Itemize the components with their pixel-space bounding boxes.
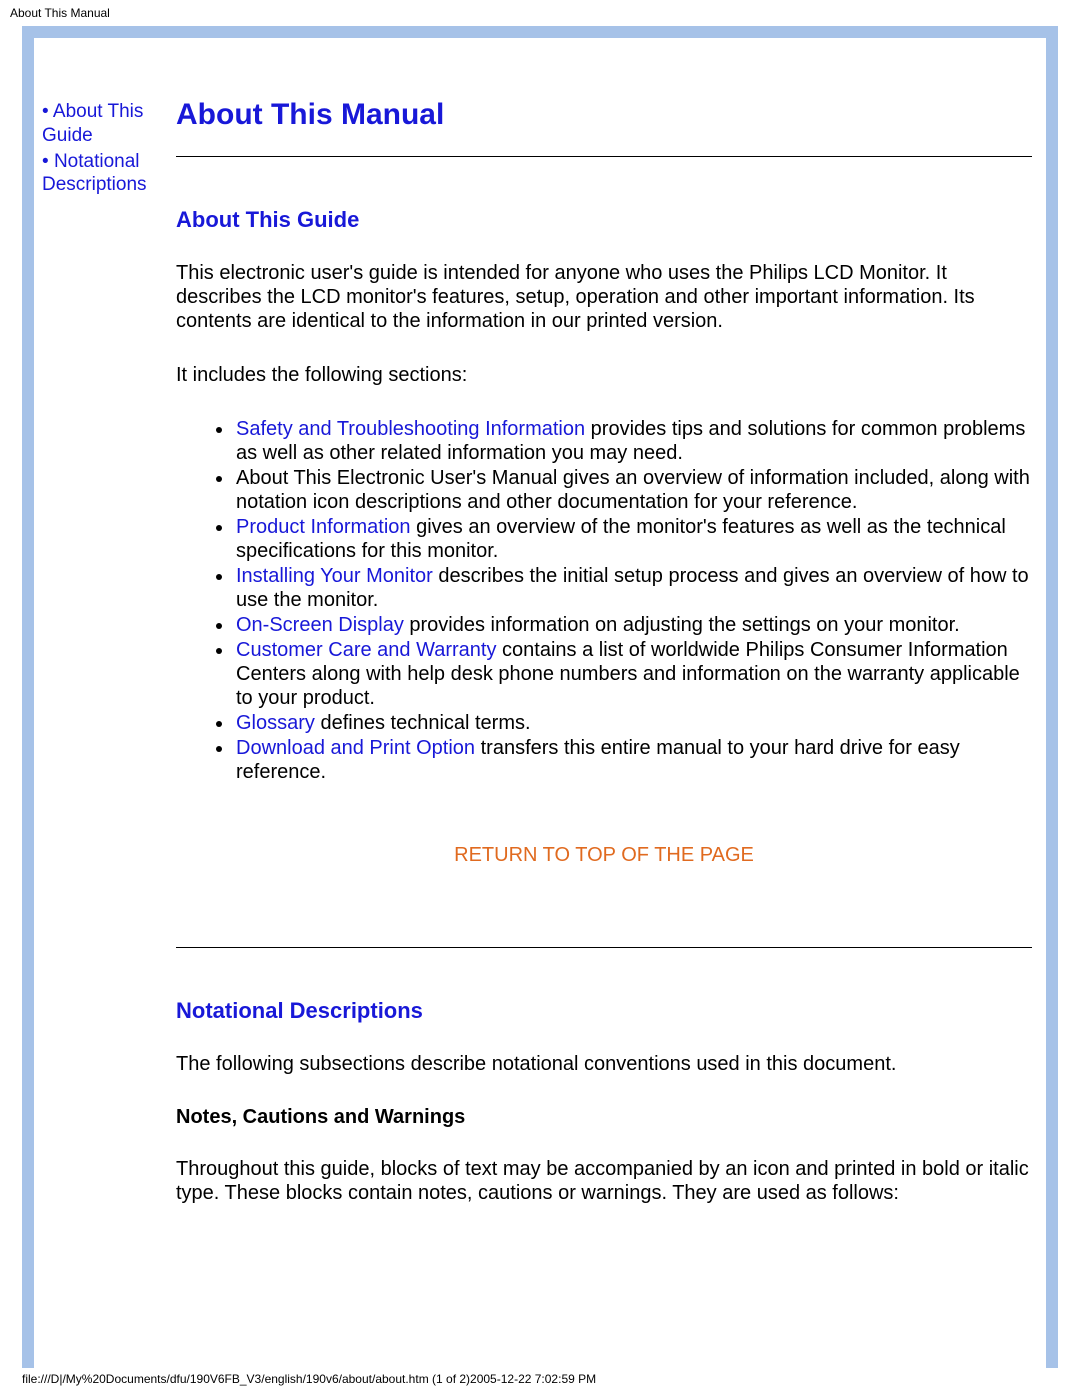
paragraph: Throughout this guide, blocks of text ma… <box>176 1157 1032 1205</box>
link-on-screen-display[interactable]: On-Screen Display <box>236 614 404 636</box>
subsection-heading-notes-cautions-warnings: Notes, Cautions and Warnings <box>176 1106 1032 1129</box>
footer-file-path: file:///D|/My%20Documents/dfu/190V6FB_V3… <box>0 1368 1080 1396</box>
page: • About This Guide • Notational Descript… <box>34 38 1046 1368</box>
window-header: About This Manual <box>0 0 1080 26</box>
list-item: Download and Print Option transfers this… <box>234 736 1032 784</box>
main-content: About This Manual About This Guide This … <box>174 98 1034 1235</box>
paragraph: This electronic user's guide is intended… <box>176 261 1032 333</box>
list-item: About This Electronic User's Manual give… <box>234 466 1032 514</box>
page-title: About This Manual <box>176 98 1032 132</box>
list-item: Installing Your Monitor describes the in… <box>234 564 1032 612</box>
list-item: Customer Care and Warranty contains a li… <box>234 638 1032 710</box>
window-title: About This Manual <box>10 6 110 20</box>
section-heading-about-this-guide: About This Guide <box>176 207 1032 233</box>
link-safety-troubleshooting[interactable]: Safety and Troubleshooting Information <box>236 418 585 440</box>
section-list: Safety and Troubleshooting Information p… <box>176 417 1032 784</box>
link-glossary[interactable]: Glossary <box>236 712 315 734</box>
list-item: Glossary defines technical terms. <box>234 711 1032 735</box>
link-download-print[interactable]: Download and Print Option <box>236 737 475 759</box>
list-item: Safety and Troubleshooting Information p… <box>234 417 1032 465</box>
return-to-top: RETURN TO TOP OF THE PAGE <box>176 844 1032 867</box>
return-to-top-link[interactable]: RETURN TO TOP OF THE PAGE <box>454 844 754 866</box>
horizontal-rule <box>176 947 1032 948</box>
list-item: Product Information gives an overview of… <box>234 515 1032 563</box>
horizontal-rule <box>176 156 1032 157</box>
sidebar-item-about-this-guide[interactable]: • About This Guide <box>42 100 174 148</box>
sidebar-nav: • About This Guide • Notational Descript… <box>34 98 174 199</box>
list-item: On-Screen Display provides information o… <box>234 613 1032 637</box>
sidebar-item-notational-descriptions[interactable]: • Notational Descriptions <box>42 150 174 198</box>
link-customer-care-warranty[interactable]: Customer Care and Warranty <box>236 639 496 661</box>
outer-frame: • About This Guide • Notational Descript… <box>22 26 1058 1368</box>
link-installing-monitor[interactable]: Installing Your Monitor <box>236 565 433 587</box>
section-heading-notational-descriptions: Notational Descriptions <box>176 998 1032 1024</box>
paragraph: The following subsections describe notat… <box>176 1052 1032 1076</box>
paragraph: It includes the following sections: <box>176 363 1032 387</box>
link-product-information[interactable]: Product Information <box>236 516 411 538</box>
